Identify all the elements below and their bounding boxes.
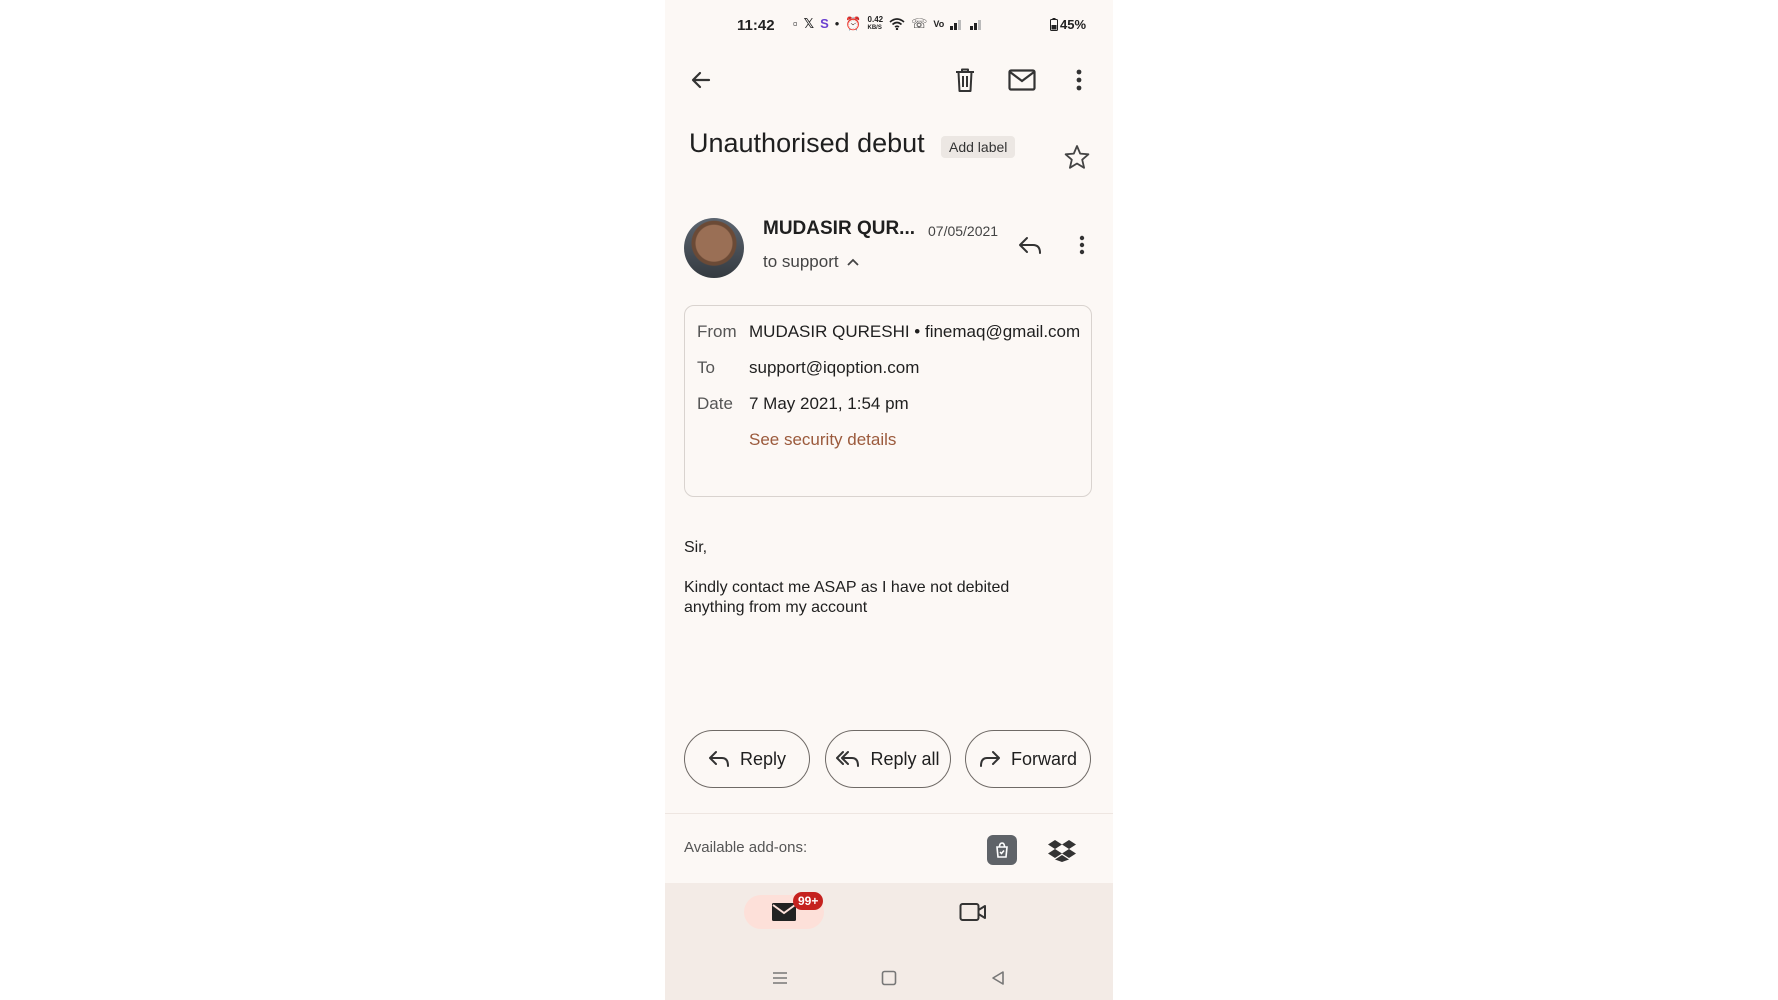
signal-icon-2 — [970, 20, 982, 30]
mail-icon — [1008, 69, 1036, 91]
reply-icon — [708, 751, 729, 767]
to-value: support@iqoption.com — [749, 358, 920, 377]
reply-button[interactable]: Reply — [684, 730, 810, 788]
sender-name[interactable]: MUDASIR QUR... — [763, 218, 915, 240]
email-subject: Unauthorised debut — [689, 128, 925, 158]
quick-reply-button[interactable] — [1013, 228, 1047, 262]
chevron-up-icon — [846, 258, 859, 266]
bottom-navigation: 99+ — [665, 883, 1113, 1000]
add-label-chip[interactable]: Add label — [941, 136, 1016, 158]
volte-icon: Vo — [933, 19, 945, 29]
dropbox-addon-button[interactable] — [1047, 835, 1077, 865]
video-camera-icon — [959, 903, 986, 921]
arrow-left-icon — [691, 71, 711, 89]
signal-icon — [950, 20, 962, 30]
date-label: Date — [697, 394, 733, 413]
forward-icon — [979, 751, 1000, 767]
battery-indicator: 45% — [1050, 17, 1086, 32]
x-app-icon: 𝕏 — [803, 16, 815, 31]
date-value: 7 May 2021, 1:54 pm — [749, 394, 909, 413]
alarm-icon: ⏰ — [845, 16, 862, 31]
forward-label: Forward — [1010, 748, 1077, 769]
avatar[interactable] — [684, 218, 744, 278]
more-vert-icon — [1079, 235, 1085, 255]
trash-icon — [956, 68, 974, 92]
more-options-button[interactable] — [1062, 63, 1096, 97]
email-date: 07/05/2021 — [928, 223, 999, 239]
shopping-bag-icon — [996, 842, 1008, 858]
from-label: From — [697, 322, 737, 341]
security-details-link[interactable]: See security details — [749, 430, 896, 450]
status-time: 11:42 — [737, 17, 775, 34]
recipient-toggle[interactable]: to support — [763, 252, 859, 272]
forward-button[interactable]: Forward — [965, 730, 1091, 788]
back-button[interactable] — [685, 64, 717, 96]
system-back-button[interactable] — [983, 963, 1013, 993]
battery-icon — [1050, 18, 1058, 31]
s-app-icon: S — [820, 16, 829, 31]
menu-lines-icon — [773, 972, 787, 984]
wifi-call-icon: ☏ — [911, 16, 928, 31]
network-speed-value: 0.42 — [867, 15, 884, 24]
to-label: To — [697, 358, 715, 377]
nav-meet-tab[interactable] — [955, 895, 991, 929]
network-speed-unit: KB/S — [867, 25, 882, 31]
wifi-icon — [889, 18, 905, 30]
addons-label: Available add-ons: — [684, 839, 808, 856]
star-button[interactable] — [1060, 140, 1094, 174]
addons-divider — [665, 813, 1113, 814]
system-home-button[interactable] — [874, 963, 904, 993]
square-icon — [881, 970, 897, 986]
dropbox-icon — [1048, 840, 1076, 862]
reply-label: Reply — [739, 748, 787, 769]
sim-icon: ▫ — [793, 16, 798, 31]
recipient-line: to support — [763, 252, 839, 271]
status-icons: ▫ 𝕏 S • ⏰ 0.42 KB/S ☏ Vo — [793, 16, 984, 32]
star-icon — [1064, 145, 1090, 169]
reply-all-label: Reply all — [870, 748, 940, 769]
reply-all-button[interactable]: Reply all — [825, 730, 951, 788]
delete-button[interactable] — [948, 63, 982, 97]
triangle-back-icon — [992, 971, 1004, 985]
more-vert-icon — [1076, 69, 1082, 91]
mark-unread-button[interactable] — [1005, 63, 1039, 97]
addon-button-1[interactable] — [987, 835, 1017, 865]
email-greeting: Sir, — [684, 539, 708, 556]
reply-all-icon — [836, 751, 860, 767]
email-details-card: From MUDASIR QURESHI • finemaq@gmail.com… — [684, 305, 1092, 497]
system-recents-button[interactable] — [765, 963, 795, 993]
email-message: Kindly contact me ASAP as I have not deb… — [684, 579, 1010, 616]
battery-percent: 45% — [1060, 17, 1087, 32]
network-speed: 0.42 KB/S — [868, 16, 884, 32]
reply-icon — [1019, 237, 1041, 254]
phone-screen: 11:42 ▫ 𝕏 S • ⏰ 0.42 KB/S ☏ Vo 45% Unaut… — [665, 0, 1113, 1000]
dot-icon: • — [834, 16, 840, 31]
from-value: MUDASIR QURESHI • finemaq@gmail.com — [749, 322, 1081, 341]
message-more-button[interactable] — [1070, 228, 1094, 262]
unread-count-badge: 99+ — [793, 892, 824, 910]
